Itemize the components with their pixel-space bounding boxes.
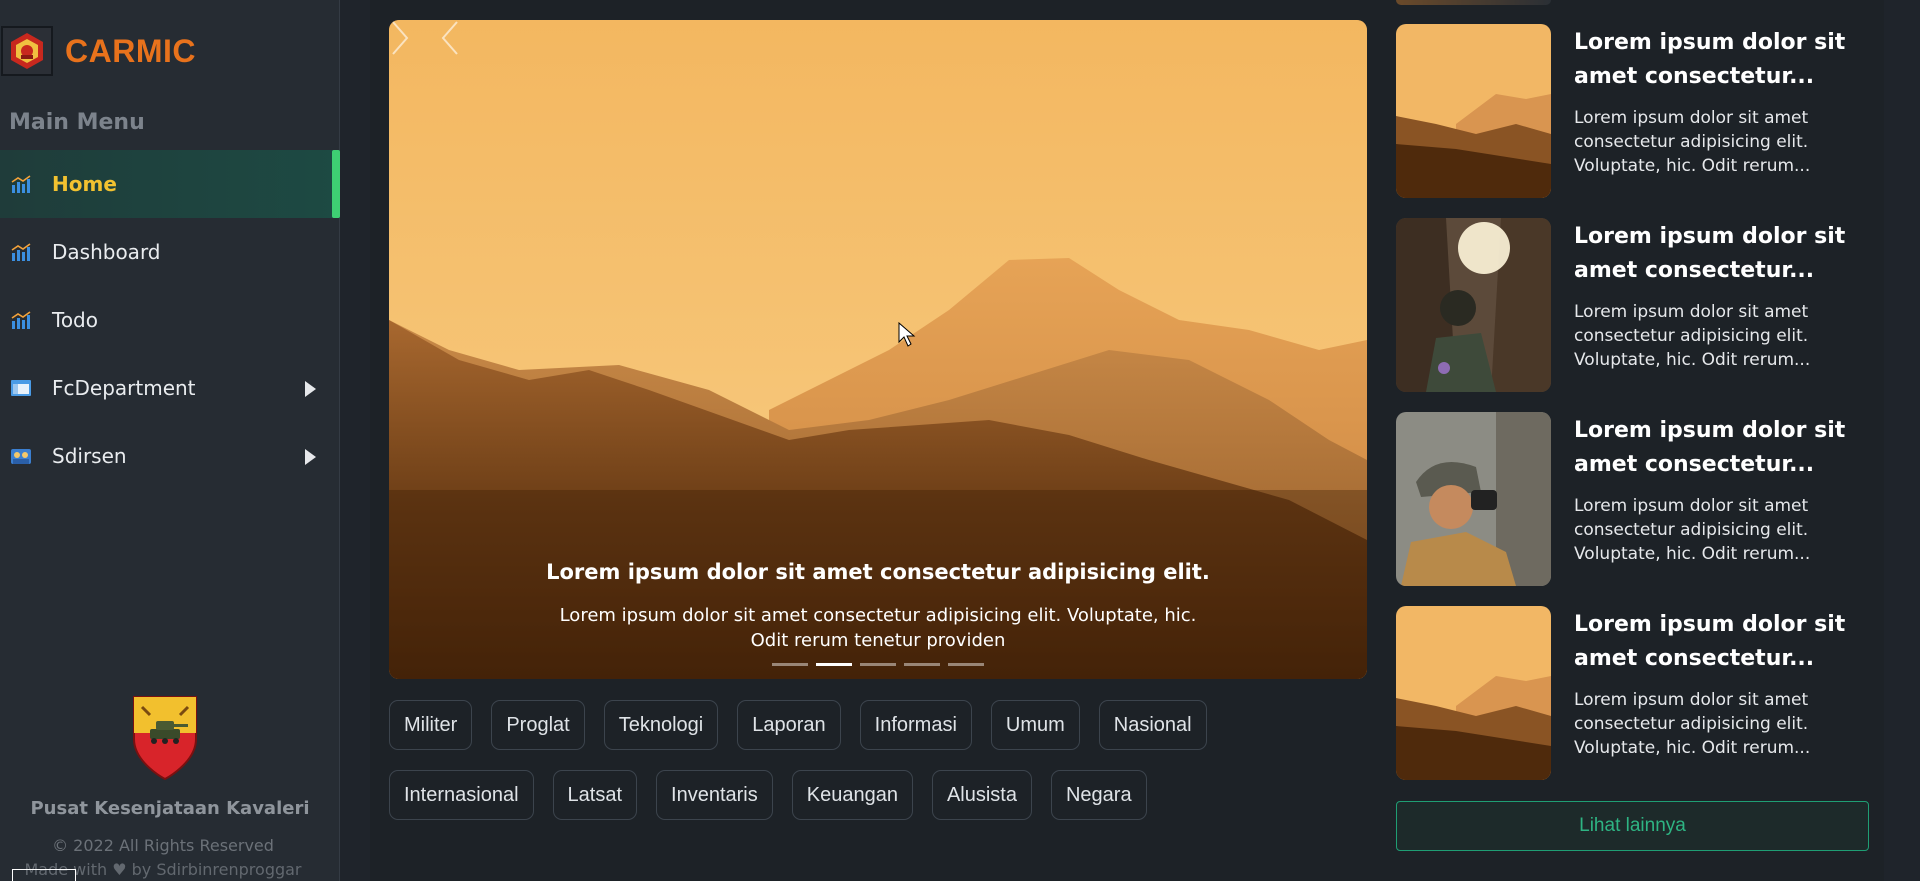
tag-proglat[interactable]: Proglat (491, 700, 585, 750)
sidebar-item-dashboard[interactable]: Dashboard (0, 218, 340, 286)
sidebar-item-label: Todo (52, 308, 98, 332)
footer-copyright: © 2022 All Rights Reserved (52, 836, 274, 855)
sidebar-item-label: Sdirsen (52, 444, 127, 468)
hero-caption-title: Lorem ipsum dolor sit amet consectetur a… (546, 560, 1210, 584)
tag-nasional[interactable]: Nasional (1098, 700, 1207, 750)
people-icon (11, 449, 31, 464)
sidebar-item-home[interactable]: Home (0, 150, 340, 218)
mouse-pointer-icon (898, 322, 916, 347)
news-title[interactable]: Lorem ipsum dolor sit amet consectetur..… (1574, 220, 1874, 288)
news-list: Lorem ipsum dolor sit amet consectetur..… (1396, 24, 1884, 800)
tag-teknologi[interactable]: Teknologi (603, 700, 719, 750)
tag-internasional[interactable]: Internasional (389, 770, 534, 820)
sidebar-item-label: Home (52, 172, 117, 196)
news-excerpt: Lorem ipsum dolor sit amet consectetur a… (1574, 690, 1811, 758)
carousel-indicator[interactable] (948, 663, 984, 666)
focus-outline (12, 869, 76, 881)
news-thumbnail (1396, 218, 1551, 392)
hero-carousel[interactable]: Lorem ipsum dolor sit amet consectetur a… (389, 20, 1367, 679)
news-item[interactable]: Lorem ipsum dolor sit amet consectetur..… (1396, 24, 1884, 218)
news-thumbnail (1396, 606, 1551, 780)
news-item[interactable]: Lorem ipsum dolor sit amet consectetur..… (1396, 412, 1884, 606)
carousel-indicator[interactable] (904, 663, 940, 666)
footer-organization: Pusat Kesenjataan Kavaleri (30, 798, 310, 819)
carousel-prev-icon[interactable] (439, 20, 461, 56)
tag-umum[interactable]: Umum (990, 700, 1080, 750)
tag-latsat[interactable]: Latsat (552, 770, 638, 820)
main-menu: Home Dashboard Todo FcDepartment Sdirsen (0, 150, 340, 490)
tag-row: Internasional Latsat Inventaris Keuangan… (389, 770, 1369, 820)
menu-title: Main Menu (9, 110, 145, 135)
chart-bar-icon (11, 175, 31, 193)
brand-logo-icon (1, 26, 53, 76)
carousel-next-icon[interactable] (389, 20, 411, 56)
sidebar-item-label: Dashboard (52, 240, 161, 264)
caret-right-icon (305, 381, 316, 397)
news-thumbnail-partial (1396, 0, 1551, 5)
news-title[interactable]: Lorem ipsum dolor sit amet consectetur..… (1574, 414, 1874, 482)
carousel-indicators (772, 663, 984, 666)
tag-militer[interactable]: Militer (389, 700, 473, 750)
news-excerpt: Lorem ipsum dolor sit amet consectetur a… (1574, 496, 1811, 564)
tag-keuangan[interactable]: Keuangan (791, 770, 913, 820)
window-icon (11, 380, 31, 396)
news-excerpt: Lorem ipsum dolor sit amet consectetur a… (1574, 108, 1811, 176)
tag-inventaris[interactable]: Inventaris (656, 770, 773, 820)
caret-right-icon (305, 449, 316, 465)
category-tags: Militer Proglat Teknologi Laporan Inform… (389, 700, 1369, 840)
news-thumbnail (1396, 24, 1551, 198)
sidebar-item-label: FcDepartment (52, 376, 196, 400)
hero-caption-text: Lorem ipsum dolor sit amet consectetur a… (559, 605, 1197, 651)
news-title[interactable]: Lorem ipsum dolor sit amet consectetur..… (1574, 26, 1874, 94)
tag-informasi[interactable]: Informasi (859, 700, 972, 750)
carousel-indicator[interactable] (816, 663, 852, 666)
cavalry-emblem-icon (133, 696, 197, 781)
sidebar-item-todo[interactable]: Todo (0, 286, 340, 354)
tag-alusista[interactable]: Alusista (931, 770, 1032, 820)
news-title[interactable]: Lorem ipsum dolor sit amet consectetur..… (1574, 608, 1874, 676)
chart-bar-icon (11, 243, 31, 261)
tag-row: Militer Proglat Teknologi Laporan Inform… (389, 700, 1369, 750)
chart-bar-icon (11, 311, 31, 329)
news-item[interactable]: Lorem ipsum dolor sit amet consectetur..… (1396, 606, 1884, 800)
carousel-indicator[interactable] (860, 663, 896, 666)
see-more-button[interactable]: Lihat lainnya (1396, 801, 1869, 851)
tag-laporan[interactable]: Laporan (737, 700, 841, 750)
brand-name: CARMIC (65, 32, 196, 69)
news-excerpt: Lorem ipsum dolor sit amet consectetur a… (1574, 302, 1811, 370)
sidebar-item-sdirsen[interactable]: Sdirsen (0, 422, 340, 490)
brand[interactable]: CARMIC (0, 26, 196, 76)
news-item[interactable]: Lorem ipsum dolor sit amet consectetur..… (1396, 218, 1884, 412)
news-thumbnail (1396, 412, 1551, 586)
sidebar-item-fcdepartment[interactable]: FcDepartment (0, 354, 340, 422)
tag-negara[interactable]: Negara (1050, 770, 1147, 820)
sidebar: CARMIC Main Menu Home Dashboard Todo FcD… (0, 0, 340, 881)
carousel-indicator[interactable] (772, 663, 808, 666)
